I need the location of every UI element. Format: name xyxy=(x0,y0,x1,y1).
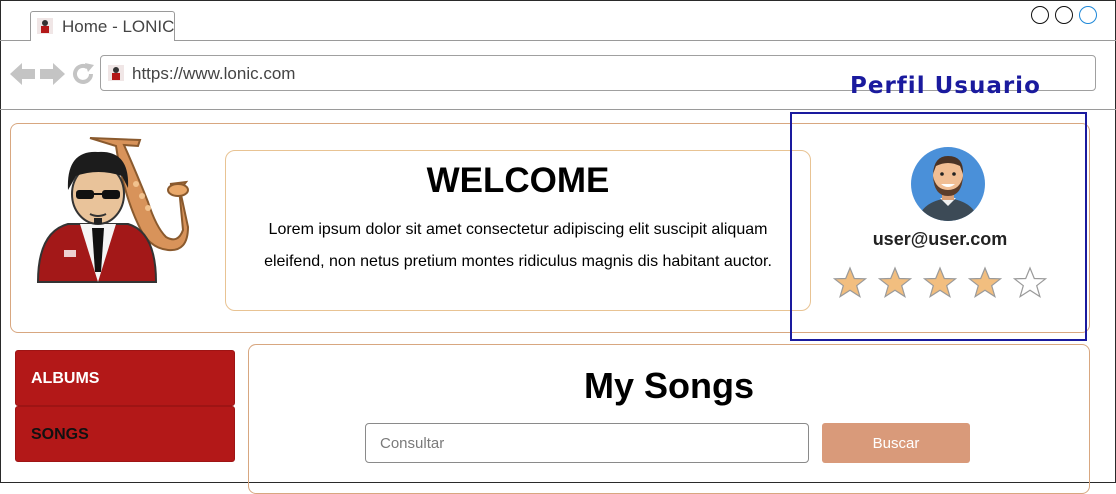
url-text: https://www.lonic.com xyxy=(132,64,296,83)
search-input[interactable] xyxy=(365,423,809,463)
arrow-left-icon[interactable] xyxy=(10,62,36,86)
welcome-description: Lorem ipsum dolor sit amet consectetur a… xyxy=(264,221,772,270)
sidebar-item-label: ALBUMS xyxy=(31,370,100,387)
songs-panel: My Songs xyxy=(248,344,1090,494)
sidebar-item-songs[interactable]: SONGS xyxy=(15,406,235,462)
search-button[interactable]: Buscar xyxy=(822,423,970,463)
arrow-right-icon[interactable] xyxy=(40,62,66,86)
welcome-card: WELCOME Lorem ipsum dolor sit amet conse… xyxy=(225,150,811,311)
musician-saxophone-logo xyxy=(36,137,190,283)
profile-annotation-label: Perfil Usuario xyxy=(850,73,1041,99)
window-maximize-button[interactable] xyxy=(1055,6,1073,24)
tab-title: Home - LONIC xyxy=(62,17,175,36)
sidebar-item-albums[interactable]: ALBUMS xyxy=(15,350,235,406)
toolbar-divider xyxy=(0,109,1116,110)
sidebar-item-label: SONGS xyxy=(31,426,89,443)
musician-favicon-icon xyxy=(37,18,53,34)
window-minimize-button[interactable] xyxy=(1031,6,1049,24)
browser-tab[interactable]: Home - LONIC xyxy=(30,11,175,41)
musician-favicon-icon xyxy=(108,65,124,81)
window-close-button[interactable] xyxy=(1079,6,1097,24)
reload-icon[interactable] xyxy=(72,62,96,86)
page-title: My Songs xyxy=(583,365,754,406)
welcome-title: WELCOME xyxy=(426,161,610,200)
profile-annotation-box xyxy=(790,112,1087,341)
